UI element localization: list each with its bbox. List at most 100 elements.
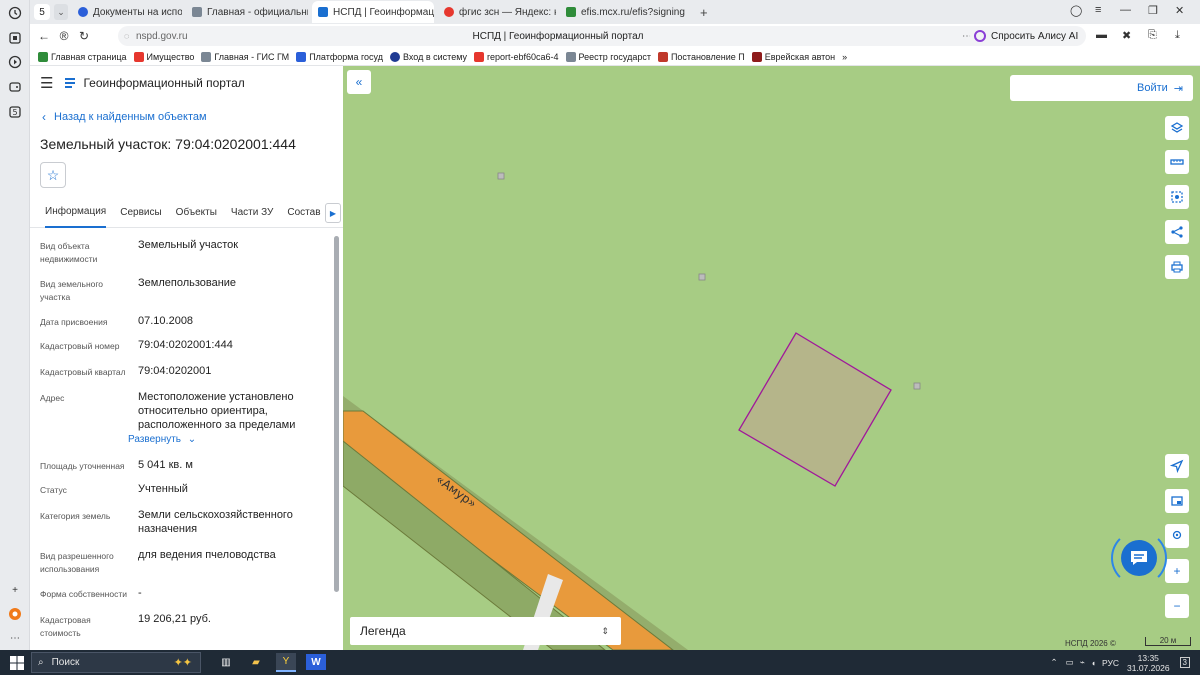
ruler-icon [1170,159,1184,165]
tabs-next-arrow-icon[interactable]: ▶ [325,203,341,223]
map-view[interactable]: «Амур» « Войти ⇥ + − Легенда ⇕ НСПД 2026… [343,66,1200,650]
bookmark-item[interactable]: Имущество [133,51,194,62]
browser-tab-active[interactable]: НСПД | Геоинформаци ✕ [312,1,434,23]
tab-parcel-parts[interactable]: Части ЗУ [231,198,273,228]
login-button[interactable]: Войти ⇥ [1010,75,1193,101]
add-icon[interactable]: + [7,582,23,598]
expand-address-link[interactable]: Развернуть ⌄ [128,434,196,445]
object-info-panel: ☰ Геоинформационный портал ‹ Назад к най… [30,66,343,650]
yandex-browser-icon[interactable]: Y [276,653,296,672]
taskbar-search-input[interactable]: ⌕ Поиск ✦✦ [31,652,201,673]
portal-name: Геоинформационный портал [83,76,245,90]
legend-dropdown[interactable]: Легенда ⇕ [350,617,621,645]
tray-chevron-up-icon[interactable]: ⌃ [1051,657,1058,668]
url-field[interactable]: ◌ nspd.gov.ru НСПД | Геоинформационный п… [118,26,998,46]
network-icon[interactable]: ⌁ [1080,657,1085,668]
star-icon: ☆ [46,166,60,183]
language-indicator[interactable]: РУС [1102,658,1119,668]
clock[interactable]: 13:35 31.07.2026 [1127,653,1170,673]
back-arrow-icon[interactable]: ← [34,29,54,43]
notification-badge[interactable]: 3 [1179,657,1190,668]
tab-information[interactable]: Информация [45,198,107,228]
print-button[interactable] [1165,255,1189,279]
browser-tab[interactable]: efis.mcx.ru/efis?signing [560,1,692,23]
zoom-out-button[interactable]: − [1165,594,1189,618]
tab-counter[interactable]: 5 [34,4,50,20]
layers-button[interactable] [1165,116,1189,140]
tab-services[interactable]: Сервисы [120,198,161,228]
panel-scrollbar[interactable] [334,232,340,592]
bookmark-item[interactable]: Еврейская автон [751,51,835,62]
land-parcel[interactable] [738,332,892,487]
reload-icon[interactable]: ® [54,29,74,43]
bookmark-favicon-icon [201,51,212,62]
hamburger-menu-icon[interactable]: ☰ [40,74,53,92]
select-area-button[interactable] [1165,185,1189,209]
ruler-button[interactable] [1165,150,1189,174]
survey-point [698,273,706,281]
tab-composition[interactable]: Состав [287,198,320,228]
bookmark-item[interactable]: Постановление П [657,51,745,62]
bookmark-item[interactable]: Главная - ГИС ГМ [201,51,289,62]
volume-icon[interactable]: ◖ [1091,658,1096,668]
more-icon[interactable]: ⋯ [7,630,23,646]
app-five-icon[interactable]: 5 [7,104,23,120]
bookmarks-bar: Главная страница Имущество Главная - ГИС… [30,48,1200,66]
bookmark-favicon-icon [390,51,400,62]
display-icon[interactable]: ▭ [1066,657,1074,668]
browser-tab[interactable]: Документы на исполнени [72,1,182,23]
bookmark-item[interactable]: report-ebf60ca6-4 [473,51,559,62]
zoom-in-button[interactable]: + [1165,559,1189,583]
bookmark-item[interactable]: Главная страница [38,51,127,62]
bookmarks-more-button[interactable]: » [842,52,847,62]
share-icon [1171,226,1183,238]
map-canvas[interactable]: «Амур» [343,66,1200,650]
place-marker-button[interactable] [1165,524,1189,548]
back-to-results-link[interactable]: ‹ Назад к найденным объектам [42,110,207,124]
tab-list-chevron-icon[interactable]: ⌄ [54,4,68,20]
task-view-icon[interactable]: ▥ [216,653,236,672]
refresh-icon[interactable]: ↻ [74,29,94,43]
alice-icon[interactable] [7,606,23,622]
restore-icon[interactable]: ❐ [1148,4,1158,17]
map-scale: 20 м [1145,637,1191,646]
minimize-icon[interactable]: — [1120,4,1131,16]
tab-objects[interactable]: Объекты [176,198,217,228]
profile-icon[interactable]: ◯ [1070,4,1082,17]
collections-icon[interactable] [7,30,23,46]
play-icon[interactable] [7,54,23,70]
collapse-panel-button[interactable]: « [347,70,371,94]
windows-start-icon[interactable] [10,655,24,670]
download-icon[interactable]: ⤓ [1175,29,1180,42]
share-icon[interactable]: ⎘ [1148,29,1157,42]
geolocation-button[interactable] [1165,454,1189,478]
chat-support-button[interactable] [1121,540,1157,576]
page-title: НСПД | Геоинформационный портал [472,30,644,42]
tab-favicon-icon [318,7,328,17]
basemap-button[interactable] [1165,489,1189,513]
new-tab-icon[interactable]: + [700,5,708,20]
menu-icon[interactable]: ≡ [1095,4,1101,16]
bookmark-favicon-icon [657,51,668,62]
map-copyright: НСПД 2026 © [1065,639,1116,648]
reader-icon[interactable]: ▬ [1096,29,1107,41]
ask-alice-button[interactable]: Спросить Алису AI [970,26,1087,46]
browser-tab[interactable]: Главная - официальный п [186,1,308,23]
bookmark-item[interactable]: Вход в систему [390,51,467,62]
alice-icon [974,30,986,42]
close-window-icon[interactable]: ✕ [1175,4,1184,17]
chevron-left-icon: ‹ [42,110,46,124]
extensions-icon[interactable]: ✖ [1122,29,1131,42]
chevron-down-icon: ⌄ [187,434,197,445]
file-explorer-icon[interactable]: ▰ [246,653,266,672]
scrollbar-thumb[interactable] [334,236,339,592]
history-icon[interactable] [7,5,23,21]
browser-tab[interactable]: фгис зсн — Яндекс: нашё [438,1,556,23]
word-icon[interactable]: W [306,654,326,670]
bookmark-item[interactable]: Платформа госуд [296,51,383,62]
games-icon[interactable] [7,79,23,95]
bookmark-item[interactable]: Реестр государст [565,51,651,62]
favorite-star-button[interactable]: ☆ [40,162,66,188]
share-button[interactable] [1165,220,1189,244]
double-chevron-left-icon: « [355,75,363,89]
